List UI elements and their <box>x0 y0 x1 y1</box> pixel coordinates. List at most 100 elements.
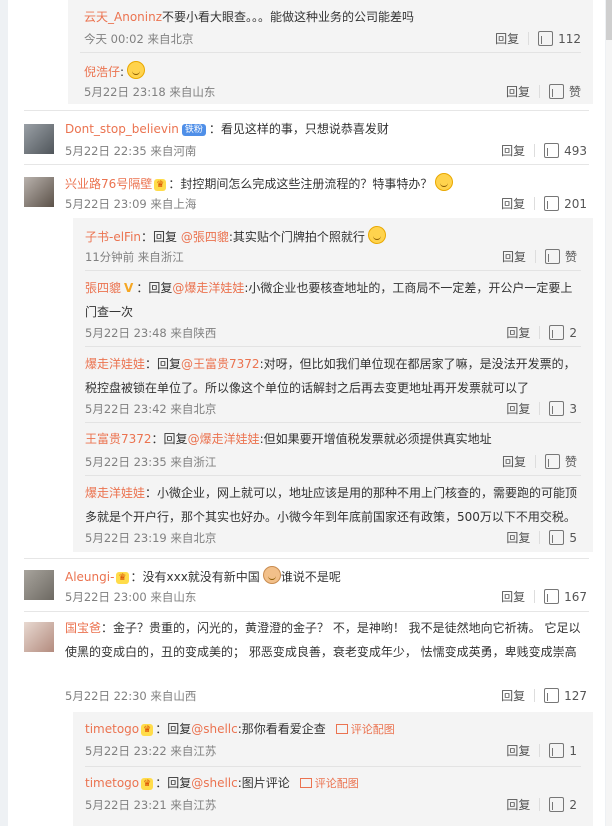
divider <box>538 85 540 98</box>
like-count[interactable]: 127 <box>564 689 587 703</box>
user-link[interactable]: timetogo <box>85 722 139 736</box>
mention-link[interactable]: @爆走洋娃娃 <box>188 432 260 446</box>
mention-link[interactable]: @張四貔 <box>181 230 229 244</box>
avatar[interactable] <box>24 570 54 600</box>
user-link[interactable]: Dont_stop_believin <box>65 122 179 136</box>
user-link[interactable]: 子书-elFin <box>85 230 141 244</box>
divider <box>539 402 541 415</box>
mention-link[interactable]: @王富贵7372 <box>181 357 260 371</box>
avatar[interactable] <box>24 622 54 652</box>
thumbs-up-icon[interactable] <box>544 196 560 211</box>
mention-link[interactable]: @shellc <box>191 722 238 736</box>
mention-link[interactable]: @爆走洋娃娃 <box>172 281 244 295</box>
like-count[interactable]: 2 <box>569 326 577 340</box>
thumbs-up-icon[interactable] <box>544 143 560 158</box>
divider <box>539 531 541 544</box>
reply-button[interactable]: 回复 <box>495 30 519 47</box>
like-button[interactable]: 赞 <box>569 83 581 100</box>
divider <box>85 422 581 423</box>
reply-button[interactable]: 回复 <box>501 142 525 159</box>
timestamp: 5月22日 23:00 来自山东 <box>65 590 197 604</box>
thumbs-up-icon[interactable] <box>549 530 565 545</box>
divider <box>85 346 581 347</box>
user-link[interactable]: 王富贵7372 <box>85 432 152 446</box>
like-count[interactable]: 201 <box>564 197 587 211</box>
like-button[interactable]: 赞 <box>565 453 577 470</box>
thumbs-up-icon[interactable] <box>544 589 560 604</box>
thumbs-up-icon[interactable] <box>544 688 560 703</box>
reply-text: 不要小看大眼查。。。能做这种业务的公司能差吗 <box>162 10 415 24</box>
divider <box>24 558 589 559</box>
user-link[interactable]: 爆走洋娃娃 <box>85 486 145 500</box>
reply-actions: 回复 赞 <box>506 83 581 100</box>
user-link[interactable]: 兴业路76号隔壁 <box>65 177 152 191</box>
reply-button[interactable]: 回复 <box>502 453 526 470</box>
comment-text: ：封控期间怎么完成这些注册流程的？特事特办？ <box>168 177 433 191</box>
avatar[interactable] <box>24 177 54 207</box>
thumbs-up-icon[interactable] <box>549 797 565 812</box>
avatar[interactable] <box>24 124 54 154</box>
user-link[interactable]: Aleungi- <box>65 570 114 584</box>
divider <box>539 798 541 811</box>
reply-prefix: ：回复 <box>136 281 173 295</box>
reply-text: : <box>120 65 125 79</box>
divider <box>539 326 541 339</box>
thumbs-up-icon[interactable] <box>549 325 565 340</box>
reply-button[interactable]: 回复 <box>501 687 525 704</box>
face-emoji-icon <box>262 566 281 584</box>
mention-link[interactable]: @shellc <box>191 776 238 790</box>
reply-button[interactable]: 回复 <box>506 796 530 813</box>
like-count[interactable]: 5 <box>569 531 577 545</box>
reply-button[interactable]: 回复 <box>506 83 530 100</box>
comment-line: Dont_stop_believin 铁粉 ：看见这样的事，只想说恭喜发财 <box>65 120 389 138</box>
reply-button[interactable]: 回复 <box>506 324 530 341</box>
like-count[interactable]: 167 <box>564 590 587 604</box>
reply-text: :但如果要开增值税发票就必须提供真实地址 <box>259 432 492 446</box>
reply-box: 云天_Anoninz不要小看大眼查。。。能做这种业务的公司能差吗 今天 00:0… <box>68 0 593 104</box>
thumbs-up-icon[interactable] <box>548 84 564 99</box>
like-count[interactable]: 2 <box>569 798 577 812</box>
thumbs-up-icon[interactable] <box>544 454 560 469</box>
thumbs-up-icon[interactable] <box>544 249 560 264</box>
thumbs-up-icon[interactable] <box>549 743 565 758</box>
verified-v-icon: V <box>124 281 134 295</box>
reply-prefix: ：回复 <box>145 357 182 371</box>
reply-actions: 回复 赞 <box>502 453 577 470</box>
comment-image-link[interactable]: 评论配图 <box>299 777 359 790</box>
user-link[interactable]: 倪浩仔 <box>84 65 120 79</box>
divider <box>534 455 536 468</box>
timestamp: 5月22日 23:18 来自山东 <box>84 85 216 99</box>
divider <box>534 197 536 210</box>
scrollbar-thumb[interactable] <box>606 0 612 40</box>
thumbs-up-icon[interactable] <box>549 401 565 416</box>
like-button[interactable]: 赞 <box>565 248 577 265</box>
divider <box>85 766 581 767</box>
comment-image-link[interactable]: 评论配图 <box>335 723 395 736</box>
vip-badge-icon: ♛ <box>116 572 129 584</box>
reply-button[interactable]: 回复 <box>501 195 525 212</box>
comment-list: 云天_Anoninz不要小看大眼查。。。能做这种业务的公司能差吗 今天 00:0… <box>8 0 605 826</box>
scrollbar[interactable] <box>606 0 612 826</box>
reply-button[interactable]: 回复 <box>506 529 530 546</box>
reply-button[interactable]: 回复 <box>506 400 530 417</box>
reply-button[interactable]: 回复 <box>501 588 525 605</box>
thumbs-up-icon[interactable] <box>538 31 554 46</box>
vip-badge-icon: ♛ <box>154 179 167 191</box>
reply-button[interactable]: 回复 <box>506 742 530 759</box>
image-icon <box>335 724 348 734</box>
reply-prefix: ：回复 <box>141 230 181 244</box>
like-count[interactable]: 1 <box>569 744 577 758</box>
user-link[interactable]: 云天_Anoninz <box>84 10 162 24</box>
like-count[interactable]: 493 <box>564 144 587 158</box>
timestamp: 今天 00:02 来自北京 <box>84 32 194 46</box>
user-link[interactable]: 爆走洋娃娃 <box>85 357 145 371</box>
like-count[interactable]: 112 <box>558 32 581 46</box>
user-link[interactable]: 国宝爸 <box>65 621 101 635</box>
user-link[interactable]: timetogo <box>85 776 139 790</box>
user-link[interactable]: 張四貔 <box>85 281 121 295</box>
like-count[interactable]: 3 <box>569 402 577 416</box>
reply-actions: 回复 5 <box>506 529 577 546</box>
timestamp: 5月22日 23:09 来自上海 <box>65 197 197 211</box>
reply-button[interactable]: 回复 <box>502 248 526 265</box>
timestamp: 5月22日 23:19 来自北京 <box>85 531 217 545</box>
